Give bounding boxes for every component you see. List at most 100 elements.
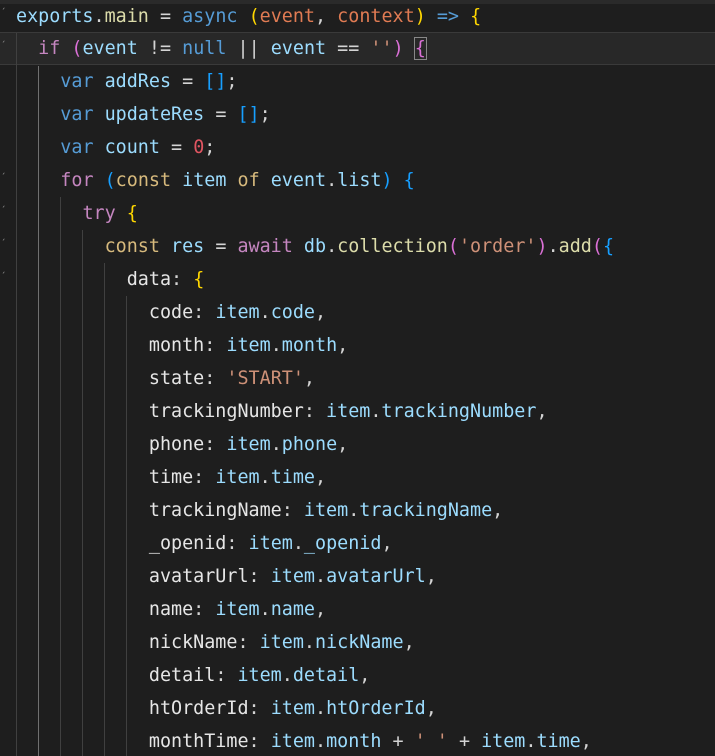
code-token: . [259, 467, 271, 488]
code-token: ( [248, 6, 260, 27]
code-line-1[interactable]: exports.main = async (event, context) =>… [0, 0, 715, 33]
code-token: ) [392, 38, 404, 59]
fold-chevron-icon[interactable]: ˊ [1, 240, 7, 249]
code-token: name [148, 599, 194, 620]
fold-chevron-icon[interactable]: ˊ [1, 42, 7, 51]
code-token: month [326, 731, 382, 752]
code-token: , [315, 467, 327, 488]
token-var: var [60, 71, 94, 92]
code-line-5[interactable]: var count = 0; [0, 131, 715, 164]
code-line-21[interactable]: detail: item.detail, [0, 659, 715, 692]
code-token: trackingName [359, 500, 493, 521]
code-token: + [447, 731, 482, 752]
token-data: data [126, 269, 172, 290]
code-line-14[interactable]: phone: item.phone, [0, 428, 715, 461]
code-line-7[interactable]: try { [0, 197, 715, 230]
code-token: : [281, 500, 304, 521]
code-line-11[interactable]: month: item.month, [0, 329, 715, 362]
token-const: const [104, 236, 160, 257]
code-token: [] [237, 104, 260, 125]
token-event: event [82, 38, 138, 59]
fold-chevron-icon[interactable]: ˊ [1, 9, 7, 18]
token-if: if [38, 38, 61, 59]
code-line-6[interactable]: for (const item of event.list) { [0, 164, 715, 197]
token-var: var [60, 104, 94, 125]
code-token: , [303, 368, 315, 389]
code-line-3[interactable]: var addRes = []; [0, 65, 715, 98]
code-editor[interactable]: exports.main = async (event, context) =>… [0, 0, 715, 756]
code-text: if (event != null || event == '') { [16, 33, 427, 64]
code-line-12[interactable]: state: 'START', [0, 362, 715, 395]
code-line-17[interactable]: _openid: item._openid, [0, 527, 715, 560]
code-token: trackingNumber [381, 401, 537, 422]
code-token: = [148, 6, 183, 27]
fold-chevron-icon[interactable]: ˊ [1, 273, 7, 282]
code-token: : [237, 632, 260, 653]
code-text: var updateRes = []; [16, 98, 271, 131]
code-line-22[interactable]: htOrderId: item.htOrderId, [0, 692, 715, 725]
token-for: for [60, 170, 94, 191]
code-token: code [270, 302, 315, 323]
code-token: ; [226, 71, 238, 92]
code-line-10[interactable]: code: item.code, [0, 296, 715, 329]
code-token: time [270, 467, 315, 488]
code-token: item [226, 335, 271, 356]
code-token: 'START' [226, 368, 304, 389]
code-line-15[interactable]: time: item.time, [0, 461, 715, 494]
code-line-19[interactable]: name: item.name, [0, 593, 715, 626]
code-token: item [270, 698, 315, 719]
code-token: , [315, 6, 338, 27]
code-line-18[interactable]: avatarUrl: item.avatarUrl, [0, 560, 715, 593]
code-token: , [315, 302, 327, 323]
code-token: : [248, 566, 271, 587]
code-line-4[interactable]: var updateRes = []; [0, 98, 715, 131]
code-token: ( [591, 236, 603, 257]
code-line-2-current[interactable]: if (event != null || event == '') { [0, 32, 715, 65]
code-line-23[interactable]: monthTime: item.month + ' ' + item.time, [0, 725, 715, 756]
code-line-20[interactable]: nickName: item.nickName, [0, 626, 715, 659]
code-token: , [381, 533, 393, 554]
code-text: var count = 0; [16, 131, 215, 164]
indent-guide [60, 197, 61, 756]
fold-chevron-icon[interactable]: ˊ [1, 207, 7, 216]
code-token: [] [204, 71, 227, 92]
token-list: list [337, 170, 382, 191]
code-token: phone [148, 434, 205, 455]
code-text: trackingName: item.trackingName, [16, 494, 503, 527]
code-token: _openid [148, 533, 227, 554]
token-const: const [115, 170, 172, 191]
code-token: = [171, 71, 205, 92]
code-line-13[interactable]: trackingNumber: item.trackingNumber, [0, 395, 715, 428]
code-line-16[interactable]: trackingName: item.trackingName, [0, 494, 715, 527]
code-line-8[interactable]: const res = await db.collection('order')… [0, 230, 715, 263]
code-token: item [270, 566, 315, 587]
code-token: . [259, 302, 271, 323]
code-text: avatarUrl: item.avatarUrl, [16, 560, 437, 593]
code-token: htOrderId [148, 698, 249, 719]
code-token: ) [414, 6, 426, 27]
code-line-9[interactable]: data: { [0, 263, 715, 296]
code-token: state [148, 368, 205, 389]
code-token: item [237, 665, 282, 686]
code-text: for (const item of event.list) { [16, 164, 414, 197]
code-token: item [215, 302, 260, 323]
indent-guide [126, 296, 127, 756]
code-token: : [171, 269, 194, 290]
token-exports: exports [16, 6, 94, 27]
code-token: ; [259, 104, 271, 125]
token-event-param: event [259, 6, 316, 27]
code-token: , [536, 401, 548, 422]
code-text: trackingNumber: item.trackingNumber, [16, 395, 548, 428]
code-token: , [315, 599, 327, 620]
token-event: event [270, 170, 327, 191]
token-add: add [558, 236, 592, 257]
fold-chevron-icon[interactable]: ˊ [1, 174, 7, 183]
code-token: { [413, 37, 427, 60]
